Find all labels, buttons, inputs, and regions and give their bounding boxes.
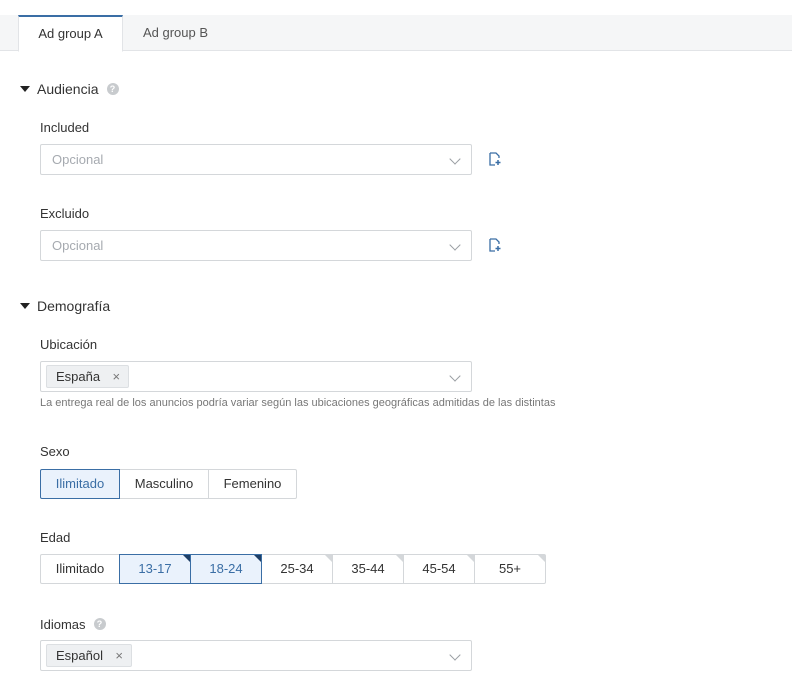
- section-demographics-title: Demografía: [37, 298, 111, 314]
- caret-down-icon: [20, 303, 30, 309]
- excluded-label: Excluido: [40, 206, 90, 221]
- section-audience-toggle[interactable]: Audiencia ?: [20, 79, 119, 99]
- age-option-label: Ilimitado: [55, 561, 105, 576]
- chevron-down-icon: [449, 649, 461, 661]
- included-placeholder: Opcional: [52, 152, 104, 167]
- age-option-label: 55+: [498, 561, 522, 576]
- age-option-25-34[interactable]: 25-34: [261, 554, 333, 584]
- tab-bar: Ad group A Ad group B: [0, 15, 792, 52]
- languages-label: Idiomas: [40, 616, 86, 632]
- gender-option-unlimited[interactable]: Ilimitado: [40, 469, 120, 499]
- excluded-select[interactable]: Opcional: [40, 230, 472, 261]
- languages-select[interactable]: Español ×: [40, 640, 472, 671]
- help-icon[interactable]: ?: [106, 83, 119, 95]
- language-chip: Español ×: [46, 644, 132, 667]
- section-demographics-toggle[interactable]: Demografía: [20, 296, 110, 316]
- age-option-unlimited[interactable]: Ilimitado: [40, 554, 120, 584]
- chevron-down-icon: [449, 370, 461, 382]
- languages-label-row: Idiomas ?: [40, 614, 106, 634]
- corner-marker: [396, 555, 403, 562]
- age-option-35-44[interactable]: 35-44: [332, 554, 404, 584]
- age-segmented-control: Ilimitado 13-17 18-24 25-34 35-44 45-54 …: [40, 554, 546, 584]
- age-option-label: 25-34: [280, 561, 314, 576]
- location-hint: La entrega real de los anuncios podría v…: [40, 397, 556, 409]
- age-option-label: 13-17: [138, 561, 172, 576]
- gender-option-male[interactable]: Masculino: [119, 469, 209, 499]
- location-chip-label: España: [56, 369, 101, 384]
- corner-marker: [183, 555, 190, 562]
- chevron-down-icon: [449, 153, 461, 165]
- age-option-label: 18-24: [209, 561, 243, 576]
- location-chip: España ×: [46, 365, 130, 388]
- corner-marker: [467, 555, 474, 562]
- help-icon[interactable]: ?: [93, 618, 106, 630]
- location-select[interactable]: España ×: [40, 361, 472, 392]
- age-option-45-54[interactable]: 45-54: [403, 554, 475, 584]
- tab-ad-group-b[interactable]: Ad group B: [123, 15, 228, 51]
- age-option-label: 35-44: [351, 561, 385, 576]
- location-label: Ubicación: [40, 337, 98, 352]
- age-option-18-24[interactable]: 18-24: [190, 554, 262, 584]
- language-chip-label: Español: [56, 648, 103, 663]
- age-option-label: 45-54: [422, 561, 456, 576]
- age-option-13-17[interactable]: 13-17: [119, 554, 191, 584]
- age-option-55-plus[interactable]: 55+: [474, 554, 546, 584]
- corner-marker: [325, 555, 332, 562]
- gender-option-female[interactable]: Femenino: [208, 469, 297, 499]
- caret-down-icon: [20, 86, 30, 92]
- corner-marker: [538, 555, 545, 562]
- included-label: Included: [40, 120, 90, 135]
- tab-ad-group-a[interactable]: Ad group A: [18, 15, 123, 52]
- corner-marker: [254, 555, 261, 562]
- add-file-icon[interactable]: [488, 152, 502, 166]
- gender-segmented-control: Ilimitado Masculino Femenino: [40, 469, 297, 499]
- chip-close-icon[interactable]: ×: [115, 645, 123, 666]
- section-audience-title: Audiencia: [37, 81, 99, 97]
- chevron-down-icon: [449, 239, 461, 251]
- age-label: Edad: [40, 530, 71, 545]
- included-select[interactable]: Opcional: [40, 144, 472, 175]
- add-file-icon[interactable]: [488, 238, 502, 252]
- excluded-placeholder: Opcional: [52, 238, 104, 253]
- chip-close-icon[interactable]: ×: [113, 366, 121, 387]
- gender-label: Sexo: [40, 444, 70, 459]
